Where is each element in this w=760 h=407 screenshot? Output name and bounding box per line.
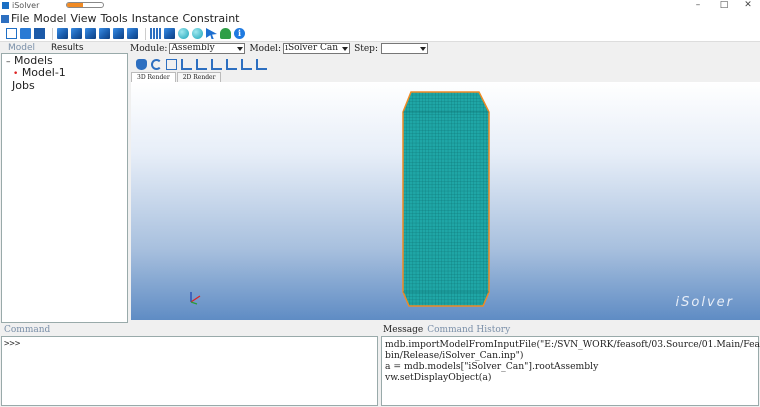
close-button[interactable]: ✕ — [740, 0, 756, 12]
view-left-icon[interactable] — [241, 59, 252, 70]
view-toolbar — [136, 58, 271, 71]
window-title: iSolver — [12, 1, 40, 10]
view-front-icon[interactable] — [181, 59, 192, 70]
toolbar-separator — [145, 27, 146, 40]
app-menu-icon[interactable] — [1, 15, 9, 23]
chevron-down-icon — [237, 47, 244, 51]
model-canvas — [402, 91, 490, 307]
3d-viewport[interactable]: iSolver — [131, 82, 760, 320]
message-line: bin/Release/iSolver_Can.inp") — [385, 350, 524, 361]
job-icon[interactable] — [220, 28, 231, 39]
tree-jobs[interactable]: Jobs — [12, 80, 35, 92]
step-select[interactable] — [380, 43, 428, 54]
main-toolbar: i — [0, 26, 760, 42]
model-tree-panel: – Models • Model-1 Jobs — [1, 53, 128, 323]
view-back-icon[interactable] — [196, 59, 207, 70]
title-bar: iSolver – □ ✕ — [0, 0, 760, 12]
menu-view[interactable]: View — [70, 12, 100, 26]
progress-fill — [67, 3, 84, 7]
cube-icon[interactable] — [71, 28, 82, 39]
command-input[interactable]: >>> — [1, 336, 378, 406]
sphere-icon[interactable] — [192, 28, 203, 39]
zoom-box-icon[interactable] — [166, 59, 177, 70]
cube-icon[interactable] — [85, 28, 96, 39]
command-prompt: >>> — [4, 339, 21, 349]
tree-model-1-label: Model-1 — [21, 66, 66, 79]
save-icon[interactable] — [34, 28, 45, 39]
pan-icon[interactable] — [136, 59, 147, 70]
render-tabs: 3D Render 2D Render — [131, 72, 222, 82]
message-tabs: Message Command History — [383, 325, 514, 335]
chevron-down-icon — [419, 47, 426, 51]
message-line: vw.setDisplayObject(a) — [385, 372, 492, 383]
rotate-icon[interactable] — [151, 59, 162, 70]
toolbar-separator — [52, 27, 53, 40]
tab-2d-render[interactable]: 2D Render — [176, 72, 222, 82]
shape-icon[interactable] — [178, 28, 189, 39]
menu-constraint[interactable]: Constraint — [182, 12, 243, 26]
menu-file[interactable]: File — [11, 12, 33, 26]
cube-icon[interactable] — [113, 28, 124, 39]
module-select[interactable]: Assembly — [169, 43, 246, 54]
load-icon[interactable] — [164, 28, 175, 39]
cube-icon[interactable] — [57, 28, 68, 39]
view-bottom-icon[interactable] — [226, 59, 237, 70]
model-select-value: iSolver Can — [285, 43, 339, 53]
new-file-icon[interactable] — [6, 28, 17, 39]
menu-model[interactable]: Model — [33, 12, 70, 26]
model-select[interactable]: iSolver Can — [283, 43, 351, 54]
info-icon[interactable]: i — [234, 28, 245, 39]
select-icon[interactable] — [206, 28, 217, 39]
view-top-icon[interactable] — [211, 59, 222, 70]
menu-tools[interactable]: Tools — [101, 12, 132, 26]
module-bar: Module: Assembly Model: iSolver Can Step… — [130, 42, 428, 55]
open-folder-icon[interactable] — [20, 28, 31, 39]
mesh-icon[interactable] — [150, 28, 161, 39]
module-label: Module: — [130, 43, 168, 54]
tab-3d-render[interactable]: 3D Render — [131, 72, 176, 82]
progress-bar — [66, 2, 104, 8]
maximize-button[interactable]: □ — [716, 0, 732, 12]
watermark: iSolver — [675, 295, 734, 310]
cube-icon[interactable] — [127, 28, 138, 39]
cube-icon[interactable] — [99, 28, 110, 39]
menu-instance[interactable]: Instance — [132, 12, 183, 26]
tab-message[interactable]: Message — [383, 325, 427, 335]
can-body — [402, 91, 490, 307]
app-icon — [2, 2, 9, 9]
minimize-button[interactable]: – — [690, 0, 706, 12]
module-select-value: Assembly — [171, 43, 215, 53]
menu-bar: File Model View Tools Instance Constrain… — [0, 12, 760, 26]
message-panel: mdb.importModelFromInputFile("E:/SVN_WOR… — [381, 336, 760, 406]
command-label: Command — [4, 325, 51, 335]
model-label: Model: — [249, 43, 282, 54]
expand-icon[interactable]: – — [6, 57, 11, 67]
message-line: a = mdb.models["iSolver_Can"].rootAssemb… — [385, 361, 599, 372]
chevron-down-icon — [342, 47, 349, 51]
tree-item-bullet-icon: • — [13, 69, 19, 79]
step-label: Step: — [354, 43, 378, 54]
tab-command-history[interactable]: Command History — [427, 325, 514, 335]
message-line: mdb.importModelFromInputFile("E:/SVN_WOR… — [385, 339, 760, 350]
axis-triad-icon — [190, 292, 201, 305]
view-right-icon[interactable] — [256, 59, 267, 70]
